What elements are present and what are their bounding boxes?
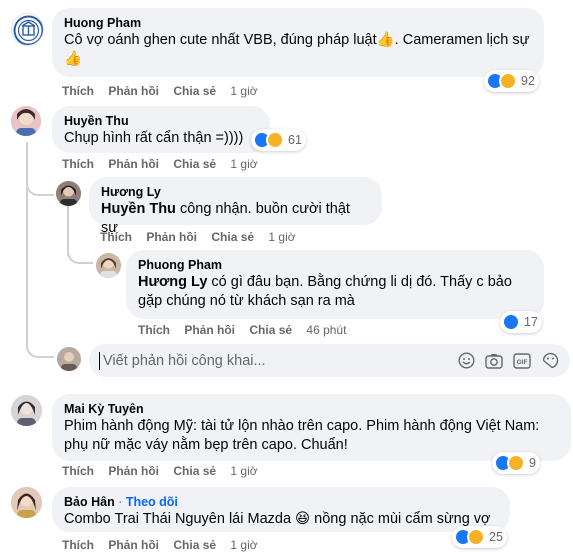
comment-bubble: Bảo Hân · Theo dõi Combo Trai Thái Nguyê… [52,487,510,532]
reply-action[interactable]: Phản hồi [108,157,159,171]
like-action[interactable]: Thích [62,157,94,171]
comment-author[interactable]: Mai Kỳ Tuyên [64,401,559,417]
comment-bubble: Hương Ly Huyền Thu công nhận. buồn cười … [89,177,382,236]
reply-action[interactable]: Phản hồi [146,230,197,244]
reaction-count: 25 [489,530,503,544]
comment-actions: Thích Phản hồi Chia sẻ 1 giờ [62,84,269,98]
mention-link[interactable]: Hương Ly [138,274,207,290]
reply-composer[interactable]: GIF [89,344,570,377]
share-action[interactable]: Chia sẻ [173,84,216,98]
follow-link[interactable]: Theo dõi [126,495,178,509]
comment-text: Chụp hình rất cẩn thận =)))) [64,130,244,146]
thread-line [26,142,28,332]
gif-icon[interactable]: GIF [512,351,532,371]
comment-text: Combo Trai Thái Nguyên lái Mazda 😆 nồng … [64,511,491,527]
like-action[interactable]: Thích [62,464,94,478]
reaction-summary[interactable]: 25 [452,526,507,548]
comment-actions: Thích Phản hồi Chia sẻ 1 giờ [100,230,307,244]
comment-actions: Thích Phản hồi Chia sẻ 1 giờ [62,538,269,552]
comment-author[interactable]: Bảo Hân [64,495,115,509]
avatar[interactable] [11,487,42,518]
avatar[interactable] [96,253,121,278]
emoji-icon[interactable] [456,351,476,371]
user-photo-icon [11,106,41,136]
share-action[interactable]: Chia sẻ [173,157,216,171]
comment-text: Cô vợ oánh ghen cute nhất VBB, đúng pháp… [64,32,530,67]
avatar[interactable] [56,181,81,206]
comment-actions: Thích Phản hồi Chia sẻ 1 giờ [62,157,269,171]
reply-action[interactable]: Phản hồi [108,84,159,98]
follow-separator: · [114,495,126,509]
camera-icon[interactable] [484,351,504,371]
reaction-count: 17 [524,315,538,329]
reply-action[interactable]: Phản hồi [184,323,235,337]
comment-actions: Thích Phản hồi Chia sẻ 1 giờ [62,464,269,478]
haha-reaction-icon [507,454,525,472]
hanoi-logo-icon [13,15,43,45]
mention-link[interactable]: Huyền Thu [101,201,176,217]
haha-reaction-icon [266,131,284,149]
reaction-count: 9 [529,456,536,470]
sticker-icon[interactable] [540,351,560,371]
thread-connector [26,172,54,196]
haha-reaction-icon [499,72,517,90]
reply-action[interactable]: Phản hồi [108,538,159,552]
like-action[interactable]: Thích [100,230,132,244]
comment-bubble: Huyền Thu Chụp hình rất cẩn thận =)))) [52,106,270,153]
follow-label[interactable]: Theo dõi [126,495,178,509]
comment-time[interactable]: 1 giờ [230,464,257,478]
comment-bubble: Phuong Pham Hương Ly có gì đâu bạn. Bằng… [126,250,544,319]
comment-time[interactable]: 1 giờ [230,157,257,171]
avatar[interactable] [11,106,41,136]
reaction-summary[interactable]: 9 [492,452,540,474]
comment-bubble: Huong Pham Cô vợ oánh ghen cute nhất VBB… [52,8,544,77]
avatar[interactable] [11,395,42,426]
reaction-summary[interactable]: 92 [484,70,539,92]
user-photo-icon [56,181,81,206]
haha-reaction-icon [467,528,485,546]
comment-time[interactable]: 46 phút [306,323,346,337]
comment-author[interactable]: Hương Ly [101,184,370,200]
comment-author[interactable]: Huong Pham [64,15,532,31]
svg-text:GIF: GIF [517,359,528,366]
comment-time[interactable]: 1 giờ [230,538,257,552]
reaction-count: 92 [521,74,535,88]
comment-bubble: Mai Kỳ Tuyên Phim hành động Mỹ: tài tử l… [52,394,571,461]
comment-time[interactable]: 1 giờ [268,230,295,244]
share-action[interactable]: Chia sẻ [249,323,292,337]
reaction-summary[interactable]: 61 [251,129,306,151]
like-action[interactable]: Thích [62,84,94,98]
user-photo-icon [11,395,42,426]
share-action[interactable]: Chia sẻ [211,230,254,244]
share-action[interactable]: Chia sẻ [173,538,216,552]
comment-actions: Thích Phản hồi Chia sẻ 46 phút [138,323,357,337]
comment-text: Hương Ly có gì đâu bạn. Bằng chứng li dị… [138,273,534,311]
user-photo-icon [96,253,121,278]
reaction-count: 61 [288,133,302,147]
like-reaction-icon [502,313,520,331]
text-caret [99,351,100,370]
comment-author-line: Bảo Hân · Theo dõi [64,494,498,510]
reply-action[interactable]: Phản hồi [108,464,159,478]
thread-connector [67,240,93,264]
comment-text: Phim hành động Mỹ: tài tử lộn nhào trên … [64,418,540,453]
comment-time[interactable]: 1 giờ [230,84,257,98]
like-action[interactable]: Thích [138,323,170,337]
comment-author[interactable]: Phuong Pham [138,257,532,273]
share-action[interactable]: Chia sẻ [173,464,216,478]
comment-author[interactable]: Huyền Thu [64,113,258,129]
user-photo-icon [57,347,81,371]
thread-connector [26,320,54,358]
current-user-avatar [57,347,81,371]
user-photo-icon [11,487,42,518]
reply-input[interactable] [103,352,448,369]
reaction-summary[interactable]: 17 [500,311,542,333]
avatar[interactable] [11,13,44,46]
like-action[interactable]: Thích [62,538,94,552]
